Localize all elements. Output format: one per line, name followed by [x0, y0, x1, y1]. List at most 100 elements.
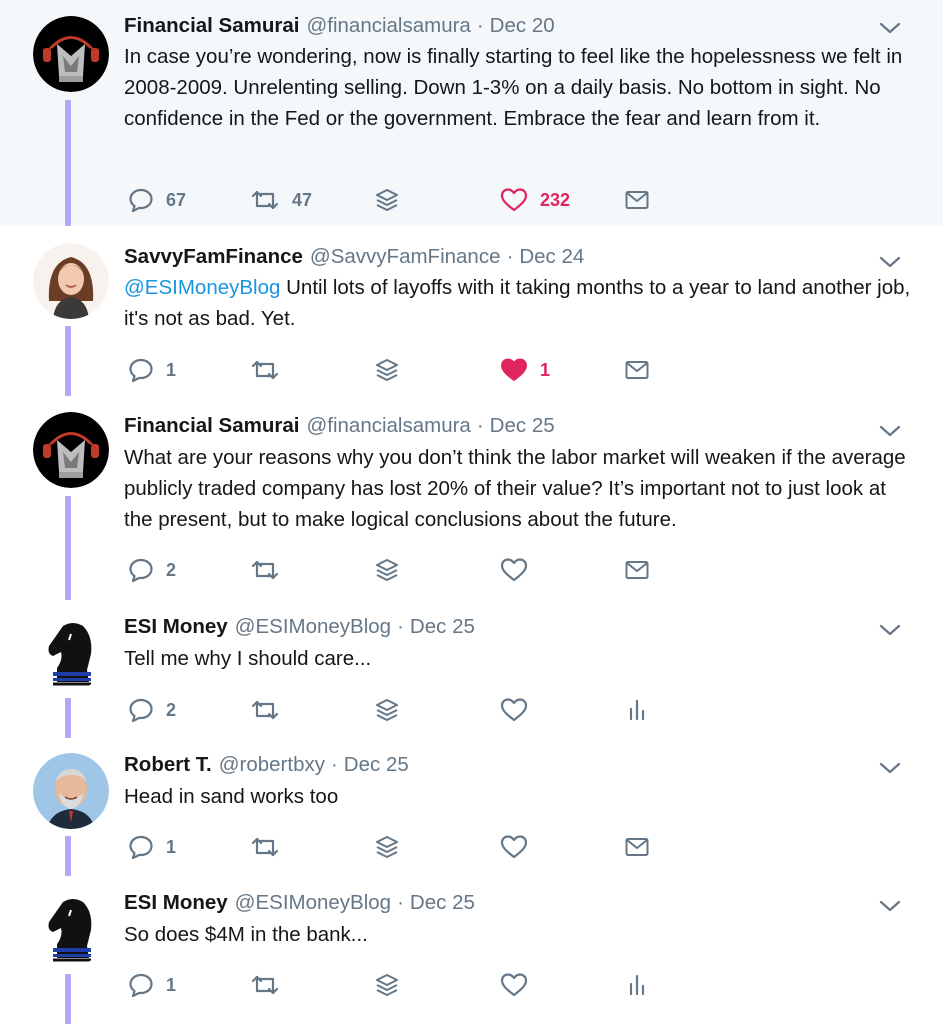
separator-dot: · [330, 753, 338, 776]
separator-dot: · [397, 891, 404, 914]
analytics-button[interactable] [624, 692, 650, 728]
direct-message-button[interactable] [624, 552, 650, 588]
layers-button[interactable] [374, 552, 400, 588]
tweet[interactable]: SavvyFamFinance @SavvyFamFinance · Dec 2… [0, 226, 943, 396]
display-name[interactable]: Financial Samurai [124, 14, 299, 38]
display-name[interactable]: Financial Samurai [124, 414, 299, 438]
tweet[interactable]: Robert T. @robertbxy · Dec 25 Head in sa… [0, 738, 943, 876]
like-button[interactable] [500, 552, 528, 588]
reply-count: 1 [166, 359, 177, 380]
tweet-actions: 2 [124, 692, 724, 728]
tweet-text: In case you’re wondering, now is finally… [124, 45, 903, 130]
layers-icon [374, 972, 400, 998]
heart-icon [500, 697, 528, 723]
tweet-text: So does $4M in the bank... [124, 923, 368, 946]
tweet-actions: 67 47 232 [124, 182, 724, 218]
chevron-down-icon[interactable] [877, 622, 903, 638]
reply-button[interactable]: 2 [128, 692, 176, 728]
analytics-icon [624, 972, 650, 998]
username[interactable]: @financialsamura [306, 14, 470, 38]
like-button[interactable] [500, 967, 528, 1003]
display-name[interactable]: SavvyFamFinance [124, 245, 303, 269]
avatar[interactable] [33, 753, 109, 829]
timestamp[interactable]: Dec 25 [490, 414, 555, 438]
like-button[interactable] [500, 692, 528, 728]
retweet-button[interactable]: 47 [250, 182, 312, 218]
like-count: 232 [540, 189, 571, 210]
like-button[interactable]: 232 [500, 182, 570, 218]
reply-icon [128, 557, 154, 583]
tweet[interactable]: Financial Samurai @financialsamura · Dec… [0, 0, 943, 226]
avatar[interactable] [33, 16, 109, 92]
timestamp[interactable]: Dec 25 [410, 891, 475, 915]
like-button[interactable] [500, 829, 528, 865]
layers-button[interactable] [374, 182, 400, 218]
username[interactable]: @ESIMoneyBlog [235, 891, 391, 915]
chevron-down-icon[interactable] [877, 898, 903, 914]
direct-message-button[interactable] [624, 829, 650, 865]
direct-message-button[interactable] [624, 352, 650, 388]
reply-button[interactable]: 67 [128, 182, 186, 218]
retweet-button[interactable] [250, 552, 280, 588]
display-name[interactable]: ESI Money [124, 615, 228, 639]
reply-icon [128, 697, 154, 723]
tweet[interactable]: ESI Money @ESIMoneyBlog · Dec 25 Tell me… [0, 600, 943, 738]
retweet-icon [250, 834, 280, 860]
tweet-header: SavvyFamFinance @SavvyFamFinance · Dec 2… [124, 243, 584, 271]
reply-icon [128, 972, 154, 998]
avatar[interactable] [33, 243, 109, 319]
tweet-text: @ESIMoneyBlog Until lots of layoffs with… [124, 272, 914, 334]
timestamp[interactable]: Dec 25 [410, 615, 475, 639]
analytics-button[interactable] [624, 967, 650, 1003]
thread-line [65, 326, 71, 396]
reply-button[interactable]: 2 [128, 552, 176, 588]
tweet-actions: 1 1 [124, 352, 724, 388]
chevron-down-icon[interactable] [877, 423, 903, 439]
retweet-icon [250, 972, 280, 998]
avatar[interactable] [33, 614, 109, 690]
layers-icon [374, 187, 400, 213]
tweet-text: Head in sand works too [124, 785, 339, 808]
layers-icon [374, 357, 400, 383]
reply-icon [128, 357, 154, 383]
username[interactable]: @ESIMoneyBlog [235, 615, 391, 639]
tweet-header: ESI Money @ESIMoneyBlog · Dec 25 [124, 889, 475, 917]
layers-button[interactable] [374, 829, 400, 865]
reply-button[interactable]: 1 [128, 967, 176, 1003]
chevron-down-icon[interactable] [877, 20, 903, 36]
username[interactable]: @robertbxy [219, 753, 325, 777]
mention-link[interactable]: @ESIMoneyBlog [124, 276, 280, 299]
display-name[interactable]: ESI Money [124, 891, 228, 915]
layers-button[interactable] [374, 352, 400, 388]
layers-button[interactable] [374, 692, 400, 728]
layers-button[interactable] [374, 967, 400, 1003]
heart-icon [500, 557, 528, 583]
retweet-button[interactable] [250, 692, 280, 728]
tweet[interactable]: Financial Samurai @financialsamura · Dec… [0, 396, 943, 600]
direct-message-button[interactable] [624, 182, 650, 218]
tweet-actions: 1 [124, 967, 724, 1003]
timestamp[interactable]: Dec 20 [490, 14, 555, 38]
chevron-down-icon[interactable] [877, 760, 903, 776]
retweet-button[interactable] [250, 352, 280, 388]
display-name[interactable]: Robert T. [124, 753, 212, 777]
reply-count: 1 [166, 974, 177, 995]
layers-icon [374, 834, 400, 860]
heart-icon [500, 187, 528, 213]
thread-line [65, 100, 71, 226]
reply-button[interactable]: 1 [128, 829, 176, 865]
chevron-down-icon[interactable] [877, 254, 903, 270]
timestamp[interactable]: Dec 24 [519, 245, 584, 269]
reply-button[interactable]: 1 [128, 352, 176, 388]
separator-dot: · [476, 414, 484, 437]
avatar[interactable] [33, 890, 109, 966]
avatar[interactable] [33, 412, 109, 488]
like-button[interactable]: 1 [500, 352, 550, 388]
retweet-button[interactable] [250, 967, 280, 1003]
retweet-icon [250, 697, 280, 723]
retweet-button[interactable] [250, 829, 280, 865]
username[interactable]: @SavvyFamFinance [310, 245, 501, 269]
username[interactable]: @financialsamura [306, 414, 470, 438]
tweet[interactable]: ESI Money @ESIMoneyBlog · Dec 25 So does… [0, 876, 943, 1024]
timestamp[interactable]: Dec 25 [344, 753, 409, 777]
